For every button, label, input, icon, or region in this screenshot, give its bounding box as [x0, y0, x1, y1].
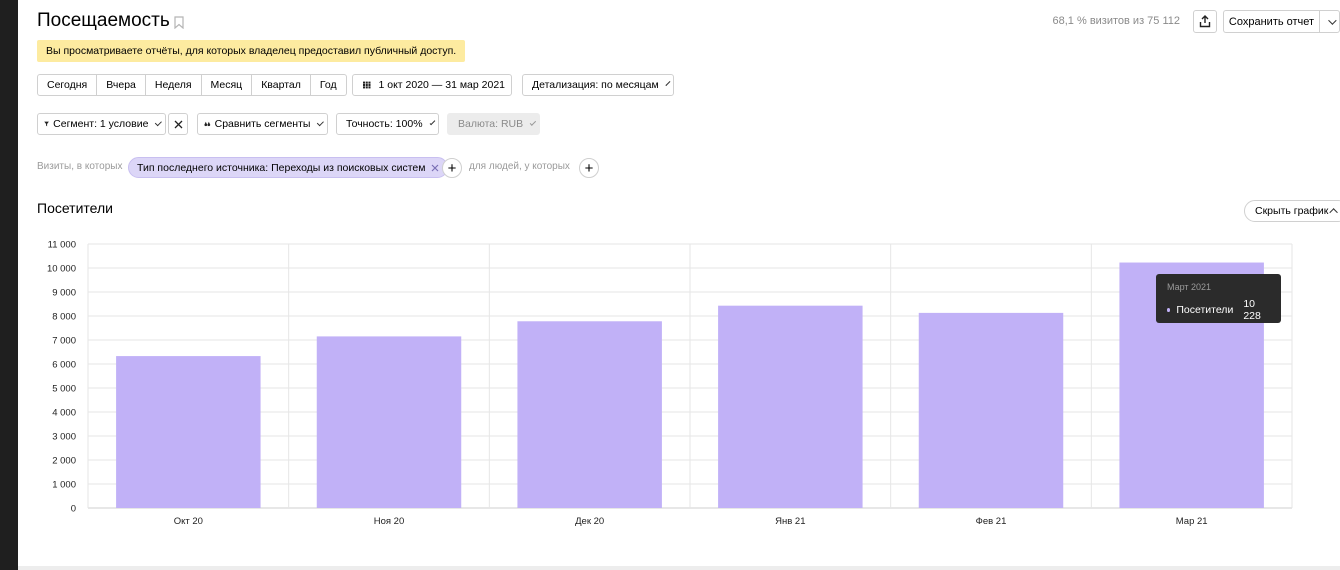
x-tick-label: Мар 21	[1176, 516, 1208, 527]
y-tick-label: 3 000	[52, 432, 76, 443]
y-tick-label: 4 000	[52, 408, 76, 419]
period-month[interactable]: Месяц	[201, 74, 253, 96]
close-icon	[174, 120, 182, 128]
date-range-picker[interactable]: 1 окт 2020 — 31 мар 2021	[352, 74, 512, 96]
left-edge-strip	[0, 0, 18, 570]
page-title: Посещаемость	[37, 10, 170, 31]
chart-tooltip: Март 2021 Посетители 10 228	[1156, 274, 1281, 323]
date-range-text: 1 окт 2020 — 31 мар 2021	[378, 79, 506, 91]
x-tick-label: Дек 20	[575, 516, 604, 527]
accuracy-dropdown[interactable]: Точность: 100%	[336, 113, 439, 135]
visits-condition-label: Визиты, в которых	[37, 161, 123, 172]
period-week[interactable]: Неделя	[145, 74, 202, 96]
calendar-icon	[363, 81, 371, 89]
y-tick-label: 9 000	[52, 288, 76, 299]
period-yesterday[interactable]: Вчера	[97, 74, 146, 96]
filter-chip-text: Тип последнего источника: Переходы из по…	[137, 161, 426, 174]
add-people-condition-button[interactable]: +	[579, 158, 599, 178]
x-tick-label: Окт 20	[174, 516, 203, 527]
compare-label: Сравнить сегменты	[214, 118, 311, 130]
y-tick-label: 5 000	[52, 384, 76, 395]
series-dot-icon	[1167, 308, 1171, 312]
currency-dropdown: Валюта: RUB	[447, 113, 540, 135]
hide-chart-label: Скрыть график	[1255, 205, 1329, 217]
tooltip-title: Март 2021	[1167, 282, 1212, 292]
add-visit-condition-button[interactable]: +	[442, 158, 462, 178]
period-selector: Сегодня Вчера Неделя Месяц Квартал Год	[37, 74, 347, 96]
compare-segments-dropdown[interactable]: Сравнить сегменты	[197, 113, 328, 135]
save-report-button[interactable]: Сохранить отчет	[1223, 10, 1319, 33]
chevron-down-icon	[665, 81, 671, 87]
share-button[interactable]	[1193, 10, 1217, 33]
y-tick-label: 0	[71, 504, 76, 515]
period-year[interactable]: Год	[310, 74, 347, 96]
close-icon[interactable]	[431, 164, 439, 172]
plus-icon: +	[584, 159, 594, 177]
save-report-dropdown[interactable]	[1319, 10, 1340, 33]
y-tick-label: 1 000	[52, 480, 76, 491]
people-condition-label: для людей, у которых	[469, 161, 570, 172]
chevron-down-icon	[317, 119, 325, 126]
y-tick-label: 6 000	[52, 360, 76, 371]
hide-chart-button[interactable]: Скрыть график	[1244, 200, 1340, 222]
detail-dropdown[interactable]: Детализация: по месяцам	[522, 74, 674, 96]
bar	[918, 312, 1064, 508]
visitors-chart: 0 1 000 2 000 3 000 4 000 5 000 6 000 7 000 8 00…	[30, 236, 1340, 536]
clear-segment-button[interactable]	[168, 113, 188, 135]
filter-chip[interactable]: Тип последнего источника: Переходы из по…	[128, 157, 449, 178]
x-tick-label: Ноя 20	[374, 516, 405, 527]
bottom-divider	[18, 566, 1340, 570]
x-tick-label: Янв 21	[775, 516, 805, 527]
bar	[116, 356, 261, 508]
visits-share-text: 68,1 % визитов из 75 112	[1052, 15, 1180, 27]
bookmark-icon[interactable]	[174, 16, 184, 29]
currency-label: Валюта: RUB	[458, 118, 524, 130]
chevron-down-icon	[155, 119, 163, 126]
tooltip-series: Посетители	[1176, 304, 1234, 316]
compare-segments-icon	[204, 121, 211, 127]
bar	[517, 321, 662, 508]
tooltip-value: 10 228	[1243, 298, 1261, 322]
share-icon	[1199, 15, 1211, 28]
public-access-notice: Вы просматриваете отчёты, для которых вл…	[37, 40, 466, 62]
chart-section-title: Посетители	[37, 200, 113, 216]
period-quarter[interactable]: Квартал	[252, 74, 311, 96]
bar	[718, 305, 863, 508]
y-tick-label: 8 000	[52, 312, 76, 323]
bar	[316, 336, 462, 508]
segment-dropdown[interactable]: Сегмент: 1 условие	[37, 113, 166, 135]
accuracy-label: Точность: 100%	[346, 118, 423, 130]
detail-label: Детализация: по месяцам	[532, 79, 659, 91]
segment-label: Сегмент: 1 условие	[53, 118, 149, 130]
chevron-up-icon	[1329, 208, 1339, 217]
y-tick-label: 2 000	[52, 456, 76, 467]
x-tick-label: Фев 21	[976, 516, 1007, 527]
y-tick-label: 11 000	[48, 240, 76, 251]
chevron-down-icon	[429, 119, 436, 126]
plus-icon: +	[447, 159, 457, 177]
y-tick-label: 10 000	[47, 264, 76, 275]
chevron-down-icon	[529, 119, 537, 126]
filter-icon	[44, 121, 49, 127]
bar-chart: 0 1 000 2 000 3 000 4 000 5 000 6 000 7 000 8 00…	[47, 240, 1293, 527]
tooltip-row: Посетители 10 228	[1167, 298, 1270, 322]
y-tick-label: 7 000	[52, 336, 76, 347]
period-today[interactable]: Сегодня	[37, 74, 98, 96]
chevron-down-icon	[1328, 15, 1337, 25]
